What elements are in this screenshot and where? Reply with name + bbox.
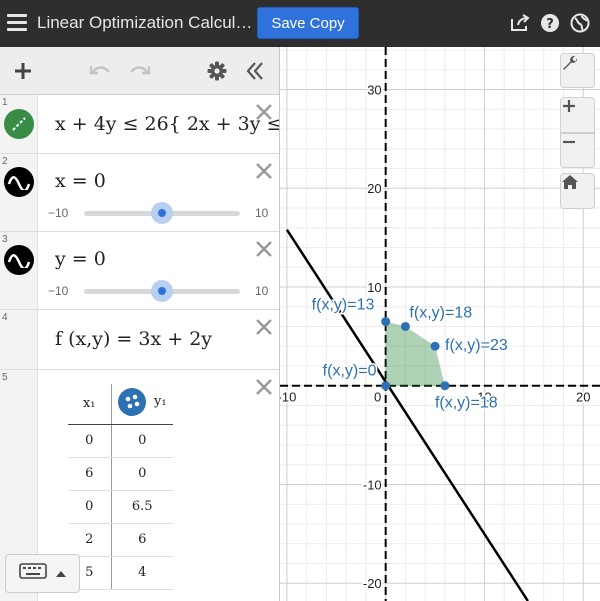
zoom-in-icon[interactable] xyxy=(560,97,595,133)
table-cell[interactable]: 6.5 xyxy=(111,490,173,524)
hidden-graph-icon[interactable] xyxy=(4,167,34,197)
x-tick-label: 20 xyxy=(576,390,590,405)
points-table[interactable]: x₁ y₁ 00 60 0 6.5 2 6 5 4 xyxy=(68,384,173,590)
expression-text[interactable]: y = 0 xyxy=(55,248,106,270)
expression-gutter: 2 xyxy=(0,154,38,231)
globe-icon[interactable] xyxy=(570,13,590,33)
point-label: f(x,y)=13 xyxy=(312,297,375,314)
close-icon[interactable] xyxy=(255,240,273,258)
close-icon[interactable] xyxy=(255,378,273,396)
data-point[interactable] xyxy=(440,381,450,391)
point-label: f(x,y)=0 xyxy=(323,363,377,380)
redo-icon[interactable] xyxy=(129,60,151,82)
data-point[interactable] xyxy=(430,341,440,351)
expression-panel: 1 x + 4y ≤ 26{ 2x + 3y ≤ 2 x = 0 −10 10 … xyxy=(0,47,280,601)
home-icon[interactable] xyxy=(560,173,595,209)
expression-toolbar xyxy=(0,47,279,95)
top-right-icons: ? xyxy=(510,13,590,33)
undo-icon[interactable] xyxy=(89,60,111,82)
top-bar: Linear Optimization Calcul… Save Copy ? xyxy=(0,0,600,47)
table-cell[interactable]: 0 xyxy=(68,424,112,458)
table-cell[interactable]: 6 xyxy=(68,457,112,491)
graphed-line[interactable] xyxy=(285,229,529,601)
expression-number: 3 xyxy=(2,234,8,245)
expression-number: 5 xyxy=(2,372,8,383)
table-header-y1[interactable]: y₁ xyxy=(111,384,173,425)
expression-row-1[interactable]: 1 x + 4y ≤ 26{ 2x + 3y ≤ xyxy=(0,95,279,154)
point-label: f(x,y)=23 xyxy=(445,337,508,354)
expression-number: 2 xyxy=(2,156,8,167)
table-cell[interactable]: 0 xyxy=(111,457,173,491)
double-chevron-left-icon[interactable] xyxy=(244,60,266,82)
plus-icon[interactable] xyxy=(12,60,34,82)
slider-handle[interactable] xyxy=(151,202,173,224)
points-style-icon[interactable] xyxy=(117,387,146,416)
expression-text[interactable]: f (x,y) = 3x + 2y xyxy=(55,328,212,350)
zoom-out-icon[interactable] xyxy=(560,133,595,168)
caret-up-icon xyxy=(55,565,67,583)
graph-paper[interactable]: -1001020302010-10-20 f(x,y)=0f(x,y)=18f(… xyxy=(280,47,600,601)
hidden-graph-icon[interactable] xyxy=(4,245,34,275)
feasible-region[interactable] xyxy=(385,321,445,386)
point-label: f(x,y)=18 xyxy=(409,304,472,321)
app-root: Linear Optimization Calcul… Save Copy ? xyxy=(0,0,600,601)
x-tick-label: -10 xyxy=(280,390,296,405)
slider-min-label[interactable]: −10 xyxy=(48,284,68,298)
expression-row-4[interactable]: 4 f (x,y) = 3x + 2y xyxy=(0,310,279,370)
save-copy-button[interactable]: Save Copy xyxy=(257,7,359,39)
table-row[interactable]: 00 xyxy=(68,424,173,458)
svg-text:?: ? xyxy=(546,17,554,32)
data-point[interactable] xyxy=(400,321,410,331)
table-cell[interactable]: 2 xyxy=(68,523,112,557)
wrench-icon[interactable] xyxy=(560,53,595,88)
expression-number: 1 xyxy=(2,97,8,108)
close-icon[interactable] xyxy=(255,318,273,336)
close-icon[interactable] xyxy=(255,162,273,180)
slider-min-label[interactable]: −10 xyxy=(48,206,68,220)
data-point[interactable] xyxy=(381,317,391,327)
table-cell[interactable]: 6 xyxy=(111,523,173,557)
expression-gutter: 1 xyxy=(0,95,38,153)
close-icon[interactable] xyxy=(255,103,273,121)
table-row[interactable]: 26 xyxy=(68,523,173,557)
expression-text[interactable]: x = 0 xyxy=(55,170,106,192)
expression-gutter: 3 xyxy=(0,232,38,309)
slider-max-label[interactable]: 10 xyxy=(255,284,268,298)
point-label: f(x,y)=18 xyxy=(435,395,498,412)
data-point[interactable] xyxy=(381,381,391,391)
hamburger-icon[interactable] xyxy=(7,14,27,32)
expression-gutter: 4 xyxy=(0,310,38,369)
graph-title[interactable]: Linear Optimization Calcul… xyxy=(37,13,252,33)
expression-row-3[interactable]: 3 y = 0 −10 10 xyxy=(0,232,279,310)
table-cell[interactable]: 0 xyxy=(111,424,173,458)
keyboard-toggle-button[interactable] xyxy=(5,554,80,593)
table-cell[interactable]: 4 xyxy=(111,556,173,590)
slider-max-label[interactable]: 10 xyxy=(255,206,268,220)
y-tick-label: 30 xyxy=(367,82,381,97)
slider-handle[interactable] xyxy=(151,280,173,302)
table-row[interactable]: 60 xyxy=(68,457,173,491)
table-row[interactable]: 0 6.5 xyxy=(68,490,173,524)
y-tick-label: 10 xyxy=(367,280,381,295)
help-icon[interactable]: ? xyxy=(540,13,560,33)
expression-row-2[interactable]: 2 x = 0 −10 10 xyxy=(0,154,279,232)
expression-text[interactable]: x + 4y ≤ 26{ 2x + 3y ≤ xyxy=(55,113,279,135)
table-row[interactable]: 54 xyxy=(68,556,173,590)
graph-canvas[interactable]: -1001020302010-10-20 f(x,y)=0f(x,y)=18f(… xyxy=(280,47,600,601)
keyboard-icon xyxy=(18,563,47,584)
y-tick-label: 20 xyxy=(367,181,381,196)
table-cell[interactable]: 0 xyxy=(68,490,112,524)
table-header-x1[interactable]: x₁ xyxy=(68,384,112,425)
x-tick-label: 0 xyxy=(374,390,381,405)
y-tick-label: -20 xyxy=(363,576,382,591)
region-color-icon[interactable] xyxy=(4,109,34,139)
share-icon[interactable] xyxy=(510,13,530,33)
gear-icon[interactable] xyxy=(206,60,228,82)
expression-number: 4 xyxy=(2,312,8,323)
y-tick-label: -10 xyxy=(363,477,382,492)
